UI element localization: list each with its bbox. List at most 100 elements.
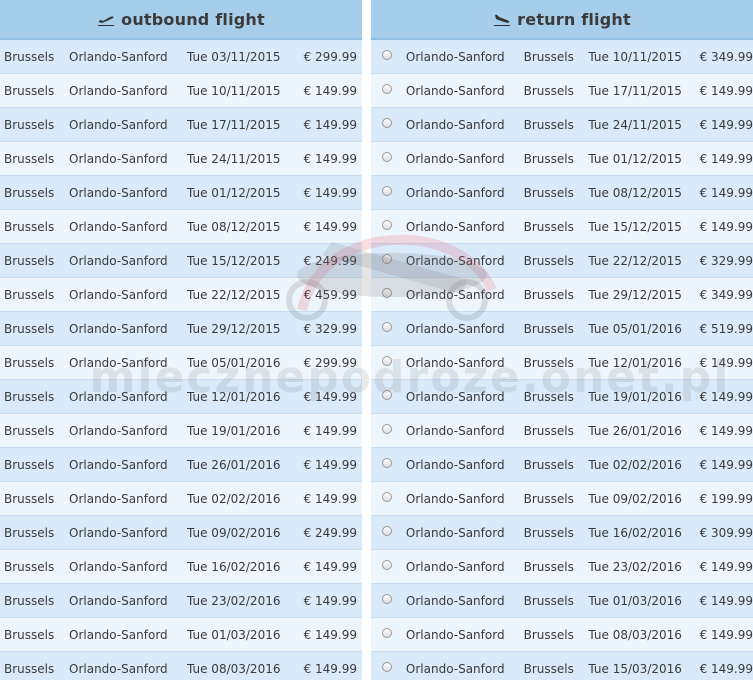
outbound-flight-row: Brussels Orlando-Sanford Tue 09/02/2016 € 2… xyxy=(0,516,362,550)
flight-date: Tue 17/11/2015 xyxy=(588,83,682,98)
return-flight-row[interactable]: Orlando-Sanford Brussels Tue 12/01/2016 € 1… xyxy=(371,346,753,380)
flight-date: Tue 08/12/2015 xyxy=(187,219,281,234)
select-radio-cell[interactable] xyxy=(371,355,404,366)
return-flight-row[interactable]: Orlando-Sanford Brussels Tue 26/01/2016 € 1… xyxy=(371,414,753,448)
flight-price: € 149.99 xyxy=(699,559,753,574)
return-flight-row[interactable]: Orlando-Sanford Brussels Tue 02/02/2016 € 1… xyxy=(371,448,753,482)
arrival-city: Orlando-Sanford xyxy=(69,253,168,268)
arrival-city: Brussels xyxy=(523,457,574,472)
flight-select-radio[interactable] xyxy=(382,627,393,638)
return-flight-row[interactable]: Orlando-Sanford Brussels Tue 08/03/2016 € 1… xyxy=(371,618,753,652)
outbound-flight-row: Brussels Orlando-Sanford Tue 16/02/2016 € 1… xyxy=(0,550,362,584)
outbound-flight-row: Brussels Orlando-Sanford Tue 15/12/2015 € 2… xyxy=(0,244,362,278)
return-flight-row[interactable]: Orlando-Sanford Brussels Tue 15/12/2015 € 1… xyxy=(371,210,753,244)
return-title: return flight xyxy=(517,9,631,29)
select-radio-cell[interactable] xyxy=(371,83,404,94)
outbound-title: outbound flight xyxy=(121,9,265,29)
return-flight-row[interactable]: Orlando-Sanford Brussels Tue 09/02/2016 € 1… xyxy=(371,482,753,516)
return-flight-row[interactable]: Orlando-Sanford Brussels Tue 01/03/2016 € 1… xyxy=(371,584,753,618)
flight-select-radio[interactable] xyxy=(382,321,393,332)
arrival-city: Orlando-Sanford xyxy=(69,559,168,574)
return-flight-row[interactable]: Orlando-Sanford Brussels Tue 19/01/2016 € 1… xyxy=(371,380,753,414)
arrival-city: Orlando-Sanford xyxy=(69,219,168,234)
return-flight-row[interactable]: Orlando-Sanford Brussels Tue 24/11/2015 € 1… xyxy=(371,108,753,142)
flight-price: € 519.99 xyxy=(699,321,753,336)
arrival-city: Orlando-Sanford xyxy=(69,287,168,302)
outbound-flight-row: Brussels Orlando-Sanford Tue 22/12/2015 € 4… xyxy=(0,278,362,312)
select-radio-cell[interactable] xyxy=(371,423,404,434)
select-radio-cell[interactable] xyxy=(371,185,404,196)
plane-takeoff-icon xyxy=(97,12,115,26)
flight-date: Tue 24/11/2015 xyxy=(588,117,682,132)
select-radio-cell[interactable] xyxy=(371,151,404,162)
return-flight-row[interactable]: Orlando-Sanford Brussels Tue 05/01/2016 € 5… xyxy=(371,312,753,346)
flight-select-radio[interactable] xyxy=(382,525,393,536)
return-flight-row[interactable]: Orlando-Sanford Brussels Tue 16/02/2016 € 3… xyxy=(371,516,753,550)
departure-city: Brussels xyxy=(4,185,55,200)
arrival-city: Brussels xyxy=(523,117,574,132)
flight-date: Tue 02/02/2016 xyxy=(588,457,682,472)
select-radio-cell[interactable] xyxy=(371,457,404,468)
arrival-city: Brussels xyxy=(523,287,574,302)
flight-select-radio[interactable] xyxy=(382,661,393,672)
return-flight-row[interactable]: Orlando-Sanford Brussels Tue 23/02/2016 € 1… xyxy=(371,550,753,584)
select-radio-cell[interactable] xyxy=(371,491,404,502)
flight-date: Tue 23/02/2016 xyxy=(187,593,281,608)
flight-select-radio[interactable] xyxy=(382,457,393,468)
flight-select-radio[interactable] xyxy=(382,389,393,400)
arrival-city: Orlando-Sanford xyxy=(69,117,168,132)
flight-select-radio[interactable] xyxy=(382,491,393,502)
return-flight-row[interactable]: Orlando-Sanford Brussels Tue 17/11/2015 € 1… xyxy=(371,74,753,108)
select-radio-cell[interactable] xyxy=(371,661,404,672)
flight-date: Tue 16/02/2016 xyxy=(588,525,682,540)
flight-price: € 149.99 xyxy=(699,151,753,166)
flight-price: € 149.99 xyxy=(303,423,357,438)
flight-select-radio[interactable] xyxy=(382,151,393,162)
flight-select-radio[interactable] xyxy=(382,287,393,298)
departure-city: Brussels xyxy=(4,593,55,608)
flight-select-radio[interactable] xyxy=(382,83,393,94)
select-radio-cell[interactable] xyxy=(371,559,404,570)
flight-price: € 149.99 xyxy=(699,457,753,472)
departure-city: Orlando-Sanford xyxy=(405,559,505,574)
flight-price: € 149.99 xyxy=(699,593,753,608)
arrival-city: Brussels xyxy=(523,559,574,574)
select-radio-cell[interactable] xyxy=(371,117,404,128)
flight-date: Tue 24/11/2015 xyxy=(187,151,281,166)
select-radio-cell[interactable] xyxy=(371,593,404,604)
select-radio-cell[interactable] xyxy=(371,321,404,332)
flight-price: € 149.99 xyxy=(303,185,357,200)
flight-date: Tue 19/01/2016 xyxy=(588,389,682,404)
return-flight-row[interactable]: Orlando-Sanford Brussels Tue 10/11/2015 € 3… xyxy=(371,40,753,74)
select-radio-cell[interactable] xyxy=(371,389,404,400)
select-radio-cell[interactable] xyxy=(371,49,404,60)
departure-city: Brussels xyxy=(4,389,55,404)
select-radio-cell[interactable] xyxy=(371,525,404,536)
select-radio-cell[interactable] xyxy=(371,287,404,298)
select-radio-cell[interactable] xyxy=(371,253,404,264)
flight-select-radio[interactable] xyxy=(382,593,393,604)
panel-divider xyxy=(362,0,371,680)
outbound-flight-row: Brussels Orlando-Sanford Tue 17/11/2015 € 1… xyxy=(0,108,362,142)
flight-select-radio[interactable] xyxy=(382,185,393,196)
flight-select-radio[interactable] xyxy=(382,559,393,570)
return-flight-row[interactable]: Orlando-Sanford Brussels Tue 22/12/2015 € 3… xyxy=(371,244,753,278)
departure-city: Orlando-Sanford xyxy=(405,423,505,438)
arrival-city: Orlando-Sanford xyxy=(69,525,168,540)
arrival-city: Orlando-Sanford xyxy=(69,389,168,404)
return-flight-row[interactable]: Orlando-Sanford Brussels Tue 08/12/2015 € 1… xyxy=(371,176,753,210)
departure-city: Brussels xyxy=(4,321,55,336)
return-flight-row[interactable]: Orlando-Sanford Brussels Tue 01/12/2015 € 1… xyxy=(371,142,753,176)
flight-select-radio[interactable] xyxy=(382,49,393,60)
return-flight-row[interactable]: Orlando-Sanford Brussels Tue 29/12/2015 € 3… xyxy=(371,278,753,312)
flight-select-radio[interactable] xyxy=(382,253,393,264)
flight-select-radio[interactable] xyxy=(382,355,393,366)
return-flight-row[interactable]: Orlando-Sanford Brussels Tue 15/03/2016 € 1… xyxy=(371,652,753,680)
flight-select-radio[interactable] xyxy=(382,219,393,230)
select-radio-cell[interactable] xyxy=(371,627,404,638)
select-radio-cell[interactable] xyxy=(371,219,404,230)
flight-select-radio[interactable] xyxy=(382,117,393,128)
flight-price: € 329.99 xyxy=(303,321,357,336)
departure-city: Orlando-Sanford xyxy=(405,49,505,64)
flight-select-radio[interactable] xyxy=(382,423,393,434)
